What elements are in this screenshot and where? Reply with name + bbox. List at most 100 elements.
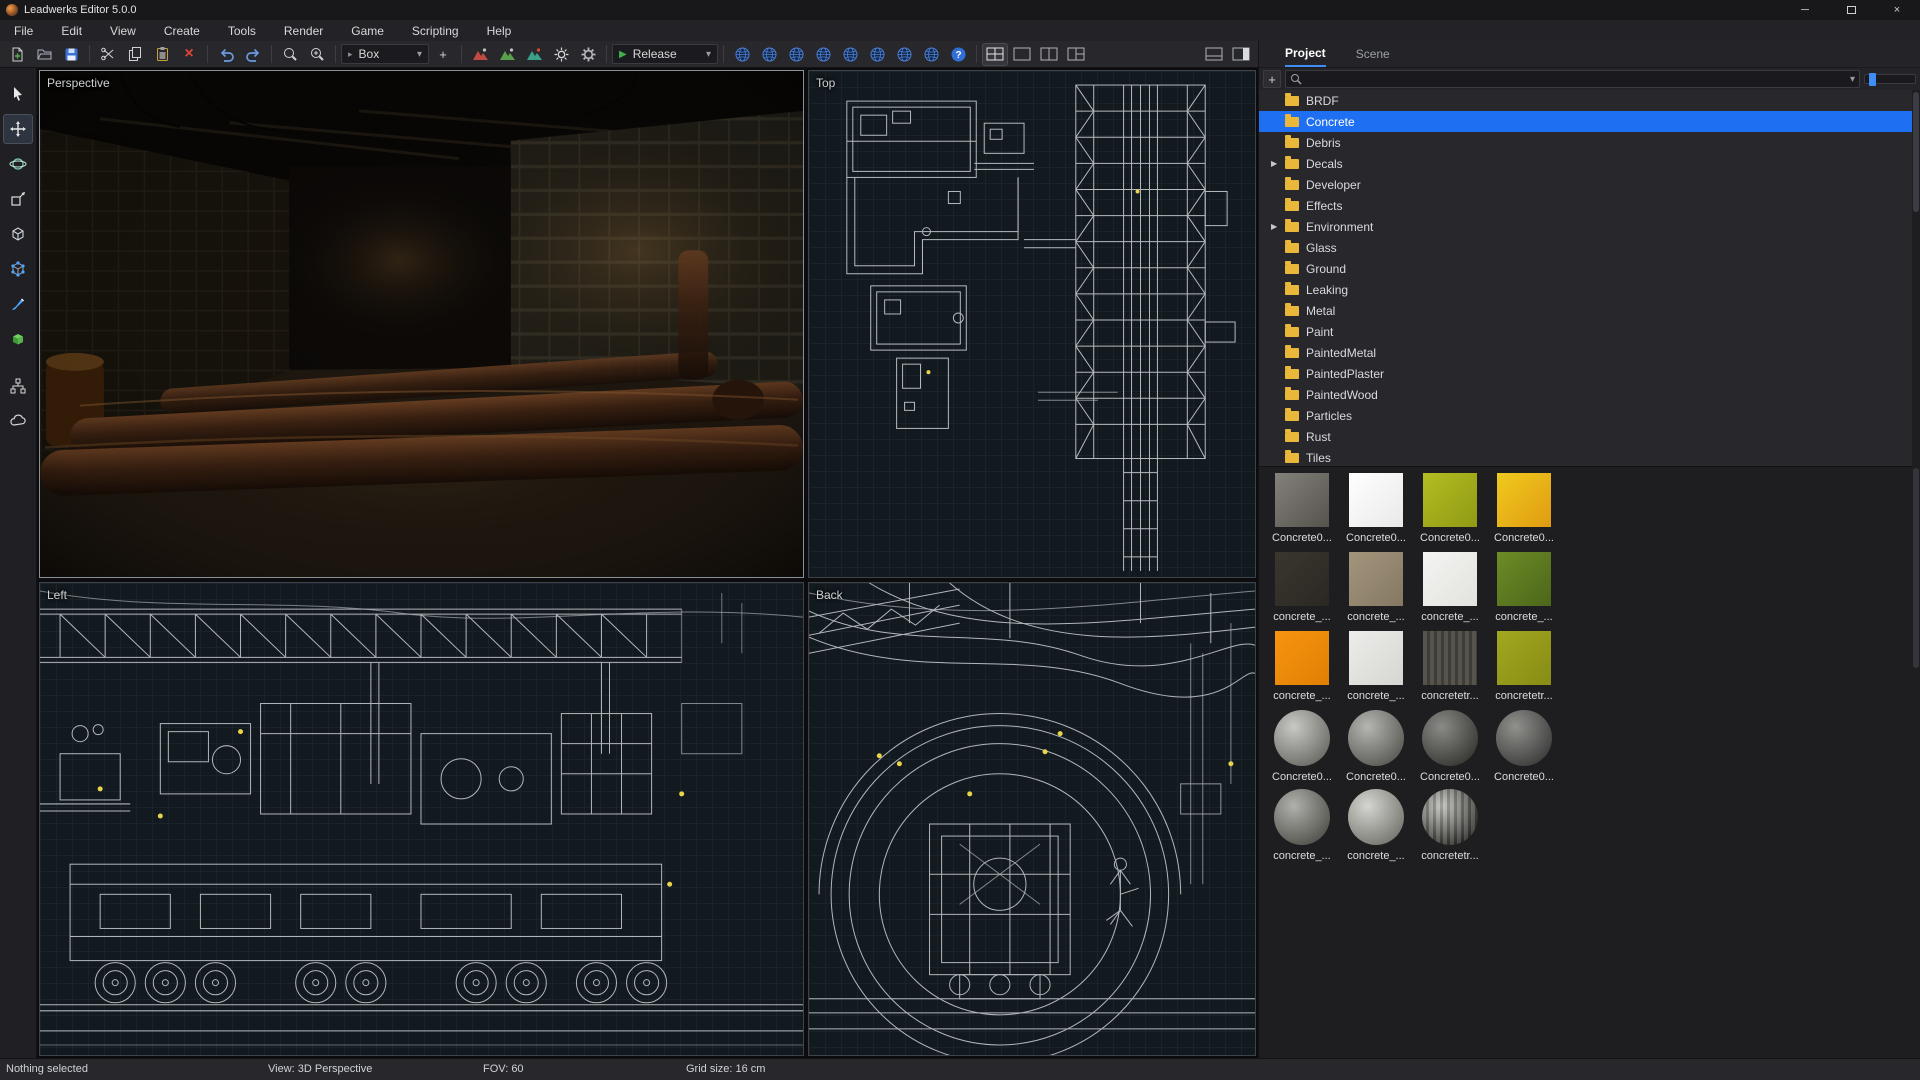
vertex-tool-button[interactable] — [3, 254, 33, 284]
asset-item[interactable]: concrete_... — [1265, 789, 1339, 868]
toggle-bottom-panel-button[interactable] — [1201, 43, 1227, 66]
layout-quad-button[interactable] — [982, 43, 1008, 66]
tree-item-debris[interactable]: Debris — [1259, 132, 1912, 153]
globe-button-1[interactable] — [729, 43, 755, 66]
globe-button-3[interactable] — [783, 43, 809, 66]
asset-item[interactable]: Concrete0... — [1265, 473, 1339, 552]
model-tool-button[interactable] — [3, 324, 33, 354]
scrollbar-thumb[interactable] — [1913, 468, 1919, 668]
open-project-button[interactable] — [31, 43, 57, 66]
move-tool-button[interactable] — [3, 114, 33, 144]
asset-item[interactable]: Concrete0... — [1487, 473, 1561, 552]
minimize-button[interactable]: ─ — [1782, 0, 1828, 20]
expander-icon[interactable]: ▶ — [1271, 222, 1285, 231]
tree-item-glass[interactable]: Glass — [1259, 237, 1912, 258]
globe-button-7[interactable] — [891, 43, 917, 66]
rotate-tool-button[interactable] — [3, 149, 33, 179]
cloud-tool-button[interactable] — [3, 406, 33, 436]
paint-tool-button[interactable] — [3, 289, 33, 319]
redo-button[interactable] — [240, 43, 266, 66]
globe-button-4[interactable] — [810, 43, 836, 66]
settings-button[interactable] — [575, 43, 601, 66]
slider-thumb[interactable] — [1869, 73, 1876, 86]
layout-three-pane-button[interactable] — [1063, 43, 1089, 66]
tree-item-leaking[interactable]: Leaking — [1259, 279, 1912, 300]
globe-button-2[interactable] — [756, 43, 782, 66]
add-object-button[interactable]: + — [430, 43, 456, 66]
menu-item-render[interactable]: Render — [270, 20, 337, 41]
paste-button[interactable] — [149, 43, 175, 66]
terrain-green-button[interactable] — [494, 43, 520, 66]
cut-button[interactable] — [95, 43, 121, 66]
asset-item[interactable]: Concrete0... — [1487, 710, 1561, 789]
search-box[interactable]: ▾ — [1285, 70, 1860, 88]
tree-item-tiles[interactable]: Tiles — [1259, 447, 1912, 466]
asset-item[interactable]: concrete_... — [1339, 552, 1413, 631]
tree-item-developer[interactable]: Developer — [1259, 174, 1912, 195]
copy-button[interactable] — [122, 43, 148, 66]
toggle-side-panel-button[interactable] — [1228, 43, 1254, 66]
menu-item-view[interactable]: View — [96, 20, 150, 41]
zoom-button[interactable] — [304, 43, 330, 66]
globe-button-6[interactable] — [864, 43, 890, 66]
zoom-select-button[interactable] — [277, 43, 303, 66]
scrollbar-thumb[interactable] — [1913, 92, 1919, 212]
tree-item-rust[interactable]: Rust — [1259, 426, 1912, 447]
tree-item-decals[interactable]: ▶Decals — [1259, 153, 1912, 174]
object-type-combo[interactable]: ▸ Box ▾ — [341, 44, 429, 64]
asset-item[interactable]: concretetr... — [1413, 631, 1487, 710]
asset-item[interactable]: concrete_... — [1487, 552, 1561, 631]
tab-scene[interactable]: Scene — [1356, 41, 1390, 67]
scale-tool-button[interactable] — [3, 184, 33, 214]
tree-item-metal[interactable]: Metal — [1259, 300, 1912, 321]
run-config-combo[interactable]: ▶ Release ▾ — [612, 44, 718, 64]
tree-item-particles[interactable]: Particles — [1259, 405, 1912, 426]
asset-item[interactable]: Concrete0... — [1413, 710, 1487, 789]
environment-settings-button[interactable] — [548, 43, 574, 66]
asset-item[interactable]: concretetr... — [1487, 631, 1561, 710]
asset-item[interactable]: concrete_... — [1339, 789, 1413, 868]
asset-item[interactable]: Concrete0... — [1339, 710, 1413, 789]
tree-item-paintedplaster[interactable]: PaintedPlaster — [1259, 363, 1912, 384]
thumbnail-size-slider[interactable] — [1864, 74, 1916, 84]
delete-button[interactable]: × — [176, 43, 202, 66]
tree-item-brdf[interactable]: BRDF — [1259, 90, 1912, 111]
menu-item-edit[interactable]: Edit — [47, 20, 96, 41]
terrain-red-button[interactable] — [467, 43, 493, 66]
search-input[interactable] — [1306, 73, 1846, 85]
asset-item[interactable]: concrete_... — [1413, 552, 1487, 631]
globe-button-8[interactable] — [918, 43, 944, 66]
menu-item-create[interactable]: Create — [150, 20, 214, 41]
asset-item[interactable]: Concrete0... — [1339, 473, 1413, 552]
tree-item-ground[interactable]: Ground — [1259, 258, 1912, 279]
maximize-button[interactable] — [1828, 0, 1874, 20]
menu-item-tools[interactable]: Tools — [214, 20, 270, 41]
menu-item-scripting[interactable]: Scripting — [398, 20, 473, 41]
globe-button-5[interactable] — [837, 43, 863, 66]
assets-scrollbar[interactable] — [1912, 466, 1920, 1058]
tree-item-paint[interactable]: Paint — [1259, 321, 1912, 342]
viewport-back[interactable]: Back — [808, 582, 1256, 1056]
tree-scrollbar[interactable] — [1912, 90, 1920, 466]
viewport-left[interactable]: Left — [39, 582, 804, 1056]
expander-icon[interactable]: ▶ — [1271, 159, 1285, 168]
menu-item-game[interactable]: Game — [337, 20, 398, 41]
select-tool-button[interactable] — [3, 79, 33, 109]
viewport-perspective[interactable]: Perspective — [39, 70, 804, 578]
layout-single-button[interactable] — [1009, 43, 1035, 66]
menu-item-file[interactable]: File — [0, 20, 47, 41]
tab-project[interactable]: Project — [1285, 41, 1326, 67]
asset-item[interactable]: concretetr... — [1413, 789, 1487, 868]
asset-item[interactable]: concrete_... — [1339, 631, 1413, 710]
asset-item[interactable]: Concrete0... — [1413, 473, 1487, 552]
tree-item-effects[interactable]: Effects — [1259, 195, 1912, 216]
viewport-top[interactable]: Top — [808, 70, 1256, 578]
tree-item-environment[interactable]: ▶Environment — [1259, 216, 1912, 237]
tree-item-paintedwood[interactable]: PaintedWood — [1259, 384, 1912, 405]
asset-item[interactable]: concrete_... — [1265, 631, 1339, 710]
save-button[interactable] — [58, 43, 84, 66]
add-folder-button[interactable]: + — [1263, 70, 1281, 88]
hierarchy-tool-button[interactable] — [3, 371, 33, 401]
menu-item-help[interactable]: Help — [473, 20, 526, 41]
help-button[interactable]: ? — [945, 43, 971, 66]
